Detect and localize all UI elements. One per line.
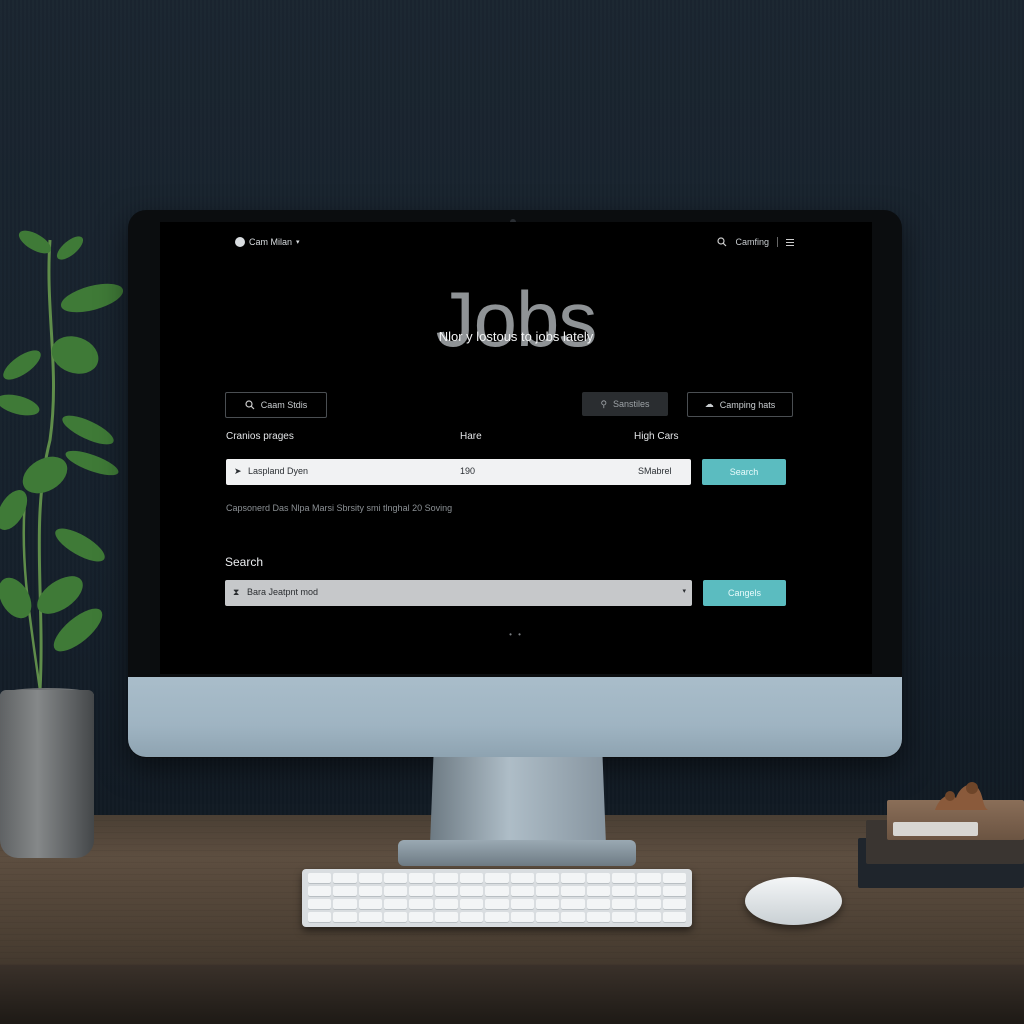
book-pages	[893, 822, 978, 836]
menu-icon[interactable]	[786, 238, 794, 246]
column-header-1: Cranios prages	[226, 431, 294, 442]
page-title: Jobs	[435, 275, 598, 363]
person-icon: ⚲	[600, 398, 608, 409]
row-value: 190	[460, 466, 476, 476]
figurine	[935, 782, 988, 810]
brand-logo-icon	[235, 237, 245, 247]
search-icon	[245, 400, 255, 410]
search-submit-button[interactable]: Cangels	[703, 580, 786, 606]
divider	[777, 237, 778, 247]
screen: Cam Milan ▾ Camfing Jobs Nlor y lostous …	[160, 222, 872, 674]
column-header-2: Hare	[460, 431, 482, 442]
hourglass-icon: ⧗	[233, 587, 240, 597]
page-subtitle: Nlor y lostous to jobs lately	[438, 329, 594, 344]
outline-button[interactable]: ☁ Camping hats	[687, 392, 793, 417]
mouse	[745, 877, 842, 925]
column-header-3: High Cars	[634, 431, 679, 442]
info-note: Capsonerd Das Nlpa Marsi Sbrsity smi tln…	[226, 503, 453, 513]
table-row[interactable]: ➤ Laspland Dyen 190 SMabrel	[226, 459, 691, 485]
ghost-button[interactable]: ⚲ Sanstiles	[582, 392, 668, 416]
search-jobs-button[interactable]: Caam Stdis	[225, 392, 327, 418]
outline-button-label: Camping hats	[719, 399, 776, 410]
chevron-down-icon: ▾	[682, 588, 686, 595]
row-amount: SMabrel	[638, 466, 672, 476]
keyboard	[302, 869, 692, 927]
search-label: Search	[225, 555, 264, 569]
search-jobs-label: Caam Stdis	[260, 400, 308, 410]
top-right-link[interactable]: Camfing	[735, 237, 769, 247]
row-search-button[interactable]: Search	[702, 459, 786, 485]
search-input[interactable]: ⧗ Bara Jeatpnt mod ▾	[225, 580, 692, 606]
search-icon[interactable]	[717, 237, 727, 247]
row-name: Laspland Dyen	[248, 466, 309, 476]
desk-edge	[0, 965, 1024, 1024]
search-input-value: Bara Jeatpnt mod	[247, 587, 319, 597]
cloud-icon: ☁	[704, 399, 714, 409]
top-right-nav: Camfing	[717, 237, 794, 247]
plant-pot	[0, 690, 94, 858]
brand-name: Cam Milan	[249, 237, 293, 247]
chevron-down-icon: ▾	[296, 239, 300, 246]
ghost-button-label: Sanstiles	[613, 399, 650, 409]
brand-menu[interactable]: Cam Milan ▾	[235, 237, 300, 247]
monitor-chin	[128, 677, 902, 757]
plant	[0, 230, 124, 691]
cursor-icon: ➤	[234, 466, 242, 476]
pager[interactable]: • •	[160, 630, 872, 639]
monitor-stand-foot	[398, 840, 636, 866]
monitor-stand	[430, 755, 606, 845]
